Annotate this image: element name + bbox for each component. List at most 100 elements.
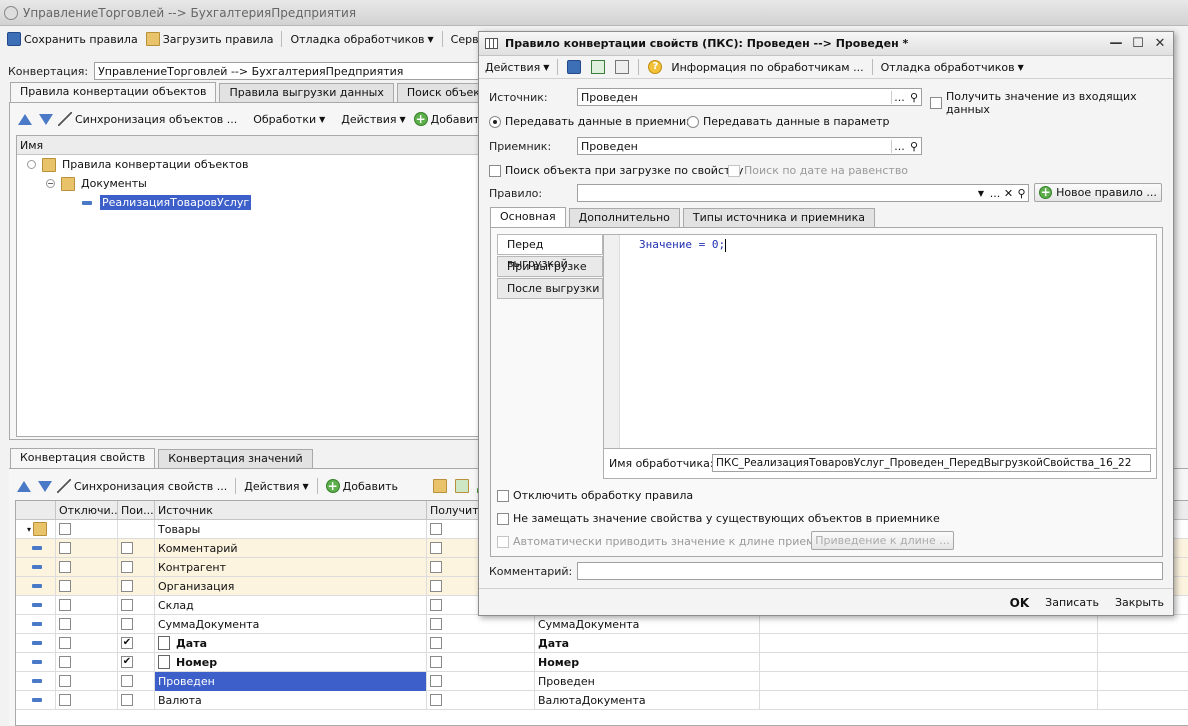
select-button[interactable]: ... bbox=[891, 90, 907, 104]
radio[interactable] bbox=[687, 115, 699, 128]
collapse-icon[interactable]: − bbox=[46, 179, 55, 188]
pass-to-receiver-radio[interactable]: Передавать данные в приемник bbox=[489, 115, 693, 128]
tab-main[interactable]: Основная bbox=[490, 207, 566, 228]
disable-checkbox[interactable] bbox=[59, 675, 71, 687]
handlers-info-button[interactable]: Информация по обработчикам ... bbox=[668, 60, 866, 75]
tab-export-rules[interactable]: Правила выгрузки данных bbox=[219, 83, 394, 102]
sync-properties-button[interactable]: Синхронизация свойств ... bbox=[54, 478, 230, 494]
copy-icon[interactable] bbox=[455, 479, 470, 493]
move-down-icon[interactable] bbox=[38, 480, 52, 492]
conversion-field[interactable]: УправлениеТорговлей --> БухгалтерияПредп… bbox=[94, 62, 495, 80]
dialog-debug-menu[interactable]: Отладка обработчиков ▼ bbox=[878, 60, 1027, 75]
tree-actions-menu[interactable]: Действия ▼ bbox=[338, 112, 408, 127]
search-checkbox[interactable] bbox=[121, 580, 133, 592]
get-checkbox[interactable] bbox=[430, 675, 442, 687]
disable-checkbox[interactable] bbox=[59, 694, 71, 706]
search-checkbox[interactable]: ✔ bbox=[121, 656, 133, 668]
event-before-export[interactable]: Перед выгрузкой bbox=[497, 234, 603, 270]
disable-checkbox[interactable] bbox=[59, 618, 71, 630]
search-checkbox[interactable] bbox=[121, 694, 133, 706]
search-checkbox[interactable] bbox=[121, 599, 133, 611]
save-rules-button[interactable]: Сохранить правила bbox=[4, 31, 141, 47]
help-icon[interactable]: ? bbox=[648, 60, 663, 74]
col-header-disable[interactable]: Отключи... bbox=[56, 500, 118, 520]
checkbox[interactable] bbox=[930, 97, 942, 109]
rule-field[interactable]: ▼ ... ✕ ⚲ bbox=[577, 184, 1029, 202]
handler-name-field[interactable]: ПКС_РеализацияТоваровУслуг_Проведен_Пере… bbox=[712, 454, 1151, 472]
dialog-actions-menu[interactable]: Действия ▼ bbox=[482, 60, 552, 75]
disable-checkbox[interactable] bbox=[59, 637, 71, 649]
get-checkbox[interactable] bbox=[430, 618, 442, 630]
disable-checkbox[interactable] bbox=[59, 542, 71, 554]
checkbox[interactable] bbox=[497, 512, 509, 525]
write-button[interactable]: Записать bbox=[1045, 596, 1099, 609]
checkbox[interactable] bbox=[489, 164, 501, 177]
tree-item[interactable]: РеализацияТоваровУслуг bbox=[17, 193, 481, 212]
move-down-icon[interactable] bbox=[39, 113, 53, 125]
search-checkbox[interactable] bbox=[121, 542, 133, 554]
disable-checkbox[interactable] bbox=[59, 580, 71, 592]
code-editor[interactable]: Значение = 0; bbox=[603, 234, 1157, 449]
clear-icon[interactable]: ✕ bbox=[1002, 187, 1015, 200]
save-icon[interactable] bbox=[567, 60, 582, 74]
select-button[interactable]: ... bbox=[891, 139, 907, 153]
refresh-icon[interactable] bbox=[591, 60, 606, 74]
copy-doc-icon[interactable] bbox=[615, 60, 630, 74]
tab-value-conversion[interactable]: Конвертация значений bbox=[158, 449, 313, 468]
get-checkbox[interactable] bbox=[430, 542, 442, 554]
search-by-property-checkbox[interactable]: Поиск объекта при загрузке по свойству bbox=[489, 164, 743, 177]
debug-handlers-menu[interactable]: Отладка обработчиков ▼ bbox=[287, 32, 436, 47]
get-checkbox[interactable] bbox=[430, 561, 442, 573]
get-checkbox[interactable] bbox=[430, 637, 442, 649]
search-icon[interactable]: ⚲ bbox=[907, 91, 921, 104]
disable-checkbox[interactable] bbox=[59, 523, 71, 535]
search-checkbox[interactable] bbox=[121, 561, 133, 573]
col-header-source[interactable]: Источник bbox=[155, 500, 427, 520]
disable-checkbox[interactable] bbox=[59, 656, 71, 668]
load-rules-button[interactable]: Загрузить правила bbox=[143, 31, 277, 47]
search-checkbox[interactable]: ✔ bbox=[121, 637, 133, 649]
table-row[interactable]: Проведен Проведен bbox=[16, 671, 1188, 691]
table-row[interactable]: СуммаДокумента СуммаДокумента bbox=[16, 614, 1188, 634]
get-checkbox[interactable] bbox=[430, 580, 442, 592]
table-row[interactable]: ✔ Номер Номер bbox=[16, 652, 1188, 672]
tab-additional[interactable]: Дополнительно bbox=[568, 208, 680, 227]
minimize-icon[interactable]: — bbox=[1109, 37, 1123, 51]
event-after-export[interactable]: После выгрузки bbox=[497, 278, 603, 299]
disable-rule-checkbox[interactable]: Отключить обработку правила bbox=[497, 489, 693, 502]
no-replace-checkbox[interactable]: Не замещать значение свойства у существу… bbox=[497, 512, 940, 525]
tree-root[interactable]: Правила конвертации объектов bbox=[17, 155, 481, 174]
props-add-button[interactable]: + Добавить bbox=[323, 478, 401, 494]
disable-checkbox[interactable] bbox=[59, 561, 71, 573]
chevron-down-icon[interactable]: ▼ bbox=[974, 189, 988, 198]
get-checkbox[interactable] bbox=[430, 599, 442, 611]
close-icon[interactable]: ✕ bbox=[1153, 37, 1167, 51]
checkbox[interactable] bbox=[497, 489, 509, 502]
collapse-icon[interactable] bbox=[27, 160, 36, 169]
expand-icon[interactable]: ▾ bbox=[27, 520, 31, 539]
table-row[interactable]: ✔ Дата Дата bbox=[16, 633, 1188, 653]
sync-objects-button[interactable]: Синхронизация объектов ... bbox=[55, 111, 240, 127]
move-up-icon[interactable] bbox=[18, 113, 32, 125]
source-field[interactable]: Проведен ... ⚲ bbox=[577, 88, 922, 106]
comment-field[interactable] bbox=[577, 562, 1163, 580]
get-checkbox[interactable] bbox=[430, 523, 442, 535]
table-row[interactable]: Валюта ВалютаДокумента bbox=[16, 690, 1188, 710]
maximize-icon[interactable]: ☐ bbox=[1131, 37, 1145, 51]
tab-source-receiver-types[interactable]: Типы источника и приемника bbox=[682, 208, 875, 227]
search-checkbox[interactable] bbox=[121, 618, 133, 630]
receiver-field[interactable]: Проведен ... ⚲ bbox=[577, 137, 922, 155]
pass-to-param-radio[interactable]: Передавать данные в параметр bbox=[687, 115, 890, 128]
get-checkbox[interactable] bbox=[430, 694, 442, 706]
col-header-search[interactable]: Пои... bbox=[118, 500, 155, 520]
search-checkbox[interactable] bbox=[121, 675, 133, 687]
get-incoming-checkbox[interactable]: Получить значение из входящих данных bbox=[930, 90, 1173, 116]
move-up-icon[interactable] bbox=[17, 480, 31, 492]
new-rule-button[interactable]: + Новое правило ... bbox=[1034, 183, 1162, 202]
event-on-export[interactable]: При выгрузке bbox=[497, 256, 603, 277]
select-button[interactable]: ... bbox=[988, 187, 1002, 200]
search-icon[interactable]: ⚲ bbox=[907, 140, 921, 153]
get-checkbox[interactable] bbox=[430, 656, 442, 668]
tree-folder[interactable]: − Документы bbox=[17, 174, 481, 193]
radio-selected[interactable] bbox=[489, 115, 501, 128]
